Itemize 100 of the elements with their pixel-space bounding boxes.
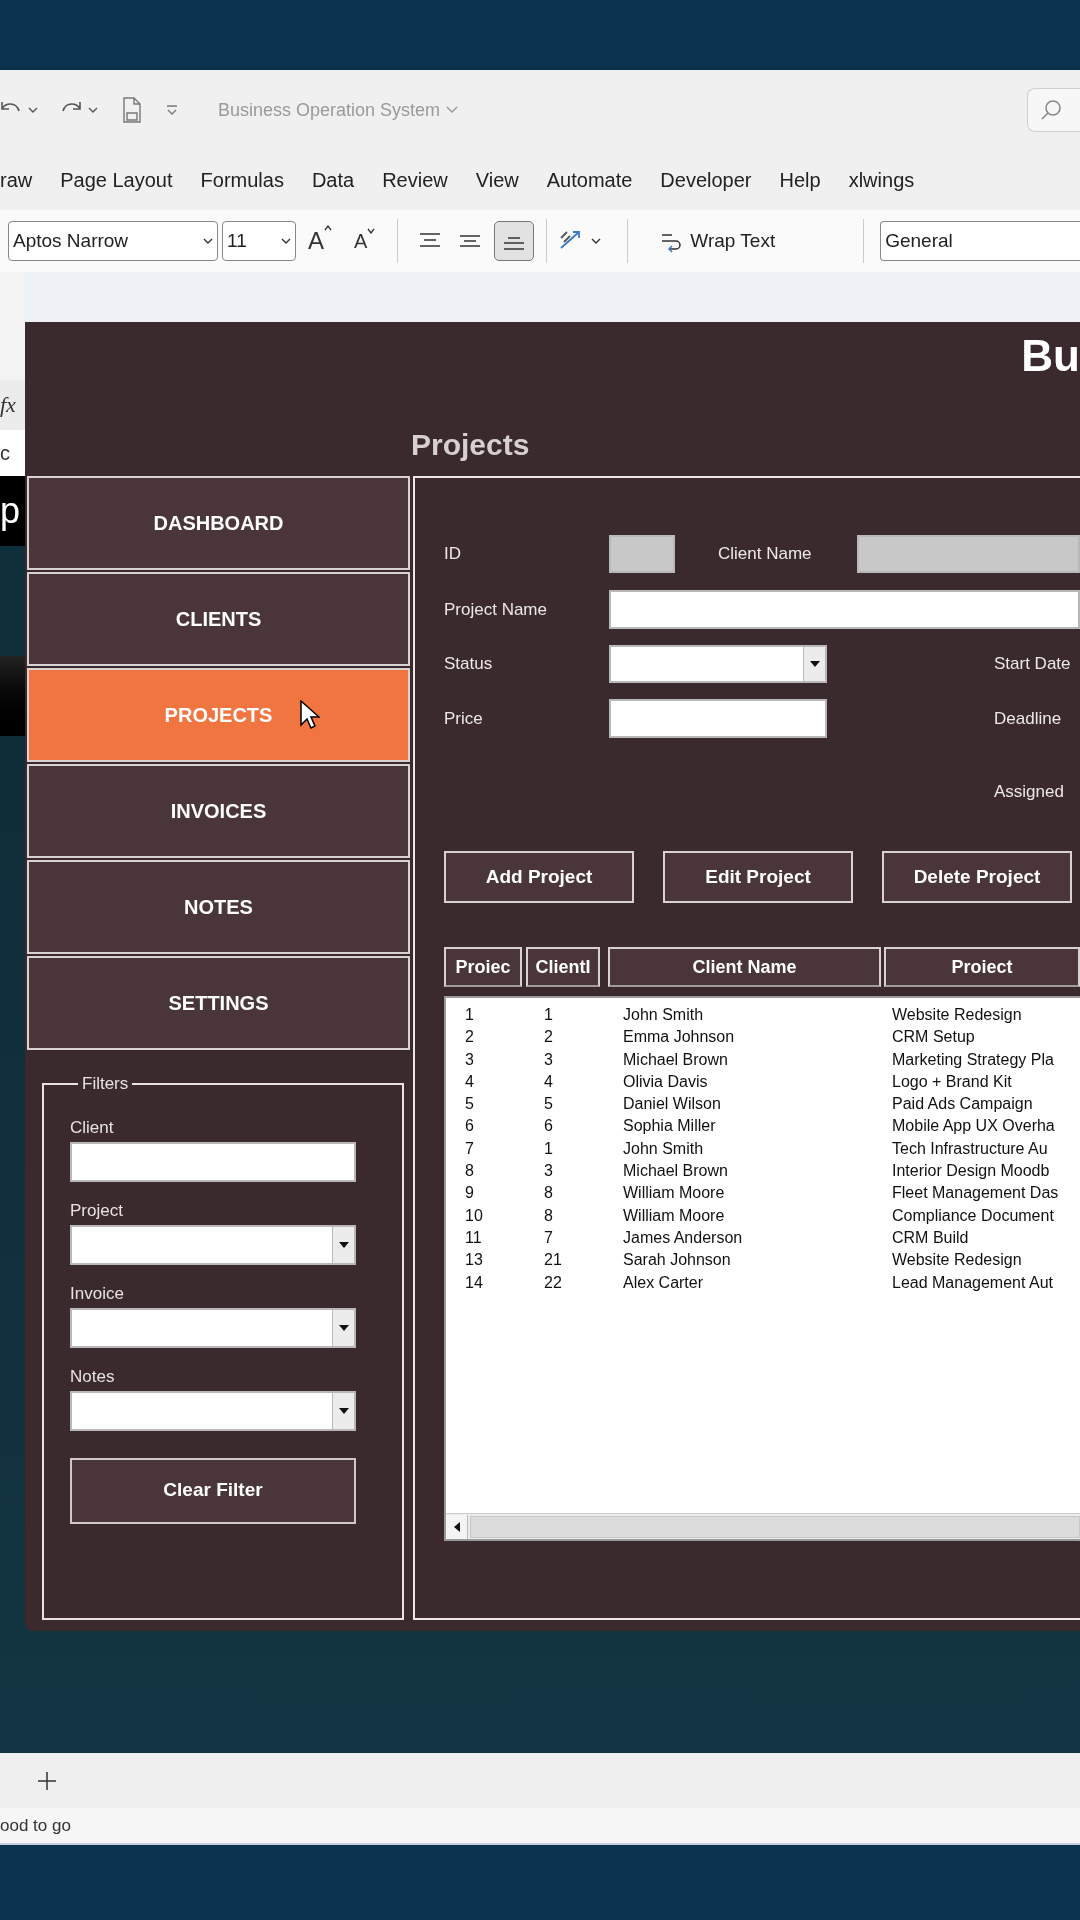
project-list[interactable] xyxy=(444,996,1080,1541)
caret-icon[interactable] xyxy=(88,106,98,114)
ribbon-tab[interactable]: View xyxy=(475,165,519,195)
filters-label: Filters xyxy=(81,1073,130,1095)
align-bottom-button[interactable] xyxy=(494,221,535,261)
table-cell-text: 1 xyxy=(543,1005,554,1025)
field-label: Client Name xyxy=(718,543,813,566)
table-cell-text: Logo + Brand Kit xyxy=(891,1071,1013,1092)
column-header[interactable]: ClientI xyxy=(526,947,600,987)
ribbon-tab[interactable]: Developer xyxy=(660,165,752,195)
table-cell-text: 7 xyxy=(464,1138,475,1159)
table-cell-text: John Smith xyxy=(622,1138,705,1159)
field-label: Deadline xyxy=(994,707,1062,730)
action-button[interactable]: Add Project xyxy=(444,851,634,903)
field-label: Start Date xyxy=(994,653,1071,676)
form-title: Bu xyxy=(1021,334,1080,378)
caret-up-icon xyxy=(324,225,332,231)
input-field[interactable] xyxy=(609,590,1080,629)
column-header[interactable]: Proiect xyxy=(884,947,1080,987)
section-heading: Projects xyxy=(411,428,530,461)
input-field[interactable] xyxy=(70,1141,356,1182)
dropdown-arrow-button[interactable] xyxy=(332,1392,354,1429)
ribbon-tab[interactable]: raw xyxy=(0,165,33,195)
field-label: Status xyxy=(444,653,494,676)
nav-button[interactable]: SETTINGS xyxy=(27,956,410,1050)
action-button[interactable]: Edit Project xyxy=(663,851,853,903)
table-cell-text: 10 xyxy=(464,1205,484,1226)
table-cell-text: Olivia Davis xyxy=(622,1071,709,1092)
caret-icon xyxy=(281,237,291,245)
field-label: Project Name xyxy=(444,598,548,621)
document-icon[interactable] xyxy=(122,97,142,123)
table-cell-text: Marketing Strategy Pla xyxy=(891,1049,1055,1070)
table-cell-text: CRM Setup xyxy=(891,1027,976,1048)
down-arrow-icon xyxy=(338,1324,349,1331)
table-cell-text: Paid Ads Campaign xyxy=(891,1094,1034,1115)
table-cell-text: Website Redesign xyxy=(891,1250,1023,1271)
table-cell-text: 22 xyxy=(543,1272,563,1293)
clear-filter-button[interactable]: Clear Filter xyxy=(70,1457,356,1524)
wrap-text-button[interactable]: Wrap Text xyxy=(660,226,776,256)
left-arrow-icon xyxy=(453,1521,460,1532)
table-cell-text: 11 xyxy=(464,1227,483,1248)
table-cell-text: 1 xyxy=(464,1005,475,1025)
dropdown-arrow-button[interactable] xyxy=(332,1226,354,1263)
table-cell-text: 7 xyxy=(543,1227,554,1248)
table-cell-text: 13 xyxy=(464,1250,484,1271)
dropdown-field[interactable] xyxy=(70,1307,356,1348)
table-cell-text: 8 xyxy=(464,1161,475,1182)
column-header[interactable]: Client Name xyxy=(608,947,881,987)
font-name-combo[interactable]: Aptos Narrow xyxy=(8,221,218,261)
dropdown-arrow-button[interactable] xyxy=(332,1309,354,1346)
table-cell-text: Emma Johnson xyxy=(622,1027,736,1048)
table-cell-text: 1 xyxy=(543,1138,554,1159)
number-format-combo[interactable]: General xyxy=(880,221,1080,261)
search-box[interactable] xyxy=(1027,88,1080,132)
table-cell-text: 2 xyxy=(464,1027,475,1048)
field-label: ID xyxy=(444,543,462,566)
table-cell-text: 5 xyxy=(464,1094,475,1115)
table-cell-text: 6 xyxy=(543,1116,554,1137)
input-field[interactable] xyxy=(609,699,827,738)
caret-icon[interactable] xyxy=(28,106,38,114)
ribbon-tab[interactable]: Review xyxy=(382,165,448,195)
table-cell-text: Fleet Management Das xyxy=(891,1183,1060,1204)
decrease-font-size-button[interactable]: A xyxy=(354,226,376,256)
dropdown-arrow-button[interactable] xyxy=(803,647,825,681)
table-cell-text: Sophia Miller xyxy=(622,1116,717,1137)
scroll-left-button[interactable] xyxy=(446,1514,468,1539)
field-label: Notes xyxy=(70,1367,116,1385)
nav-button[interactable]: CLIENTS xyxy=(27,572,410,666)
table-cell-text: Website Redesign xyxy=(891,1005,1023,1025)
dropdown-field[interactable] xyxy=(609,645,827,683)
ribbon-tab[interactable]: Page Layout xyxy=(60,165,173,195)
column-header[interactable]: Proiec xyxy=(444,947,522,987)
add-sheet-icon[interactable] xyxy=(37,1770,57,1791)
field-label: Assigned xyxy=(994,781,1064,804)
font-size-combo[interactable]: 11 xyxy=(222,221,296,261)
nav-button[interactable]: NOTES xyxy=(27,860,410,954)
ribbon-tab[interactable]: Formulas xyxy=(200,165,284,195)
ribbon-tab[interactable]: Automate xyxy=(546,165,633,195)
nav-button[interactable]: INVOICES xyxy=(27,764,410,858)
table-cell-text: 3 xyxy=(543,1161,554,1182)
dropdown-field[interactable] xyxy=(70,1390,356,1431)
action-button[interactable]: Delete Project xyxy=(882,851,1072,903)
ribbon-tab[interactable]: Data xyxy=(311,165,355,195)
table-cell-text: Lead Management Aut xyxy=(891,1272,1054,1293)
caret-icon[interactable] xyxy=(591,237,602,245)
table-cell-text: Michael Brown xyxy=(622,1049,729,1070)
field-label: Project xyxy=(70,1201,124,1219)
dropdown-field[interactable] xyxy=(70,1224,356,1265)
ribbon-tab[interactable]: xlwings xyxy=(848,165,915,195)
field-label: Invoice xyxy=(70,1284,125,1302)
table-cell-text: CRM Build xyxy=(891,1227,970,1248)
ribbon-tab[interactable]: Help xyxy=(779,165,821,195)
nav-button[interactable]: DASHBOARD xyxy=(27,476,410,570)
table-cell-text: James Anderson xyxy=(622,1227,744,1248)
increase-font-size-button[interactable]: A xyxy=(308,223,332,259)
table-cell-text: Tech Infrastructure Au xyxy=(891,1138,1049,1159)
customize-toolbar-icon[interactable] xyxy=(166,105,178,115)
table-cell-text: 2 xyxy=(543,1027,554,1048)
table-cell-text: 9 xyxy=(464,1183,475,1204)
mouse-pointer-icon xyxy=(300,700,320,730)
